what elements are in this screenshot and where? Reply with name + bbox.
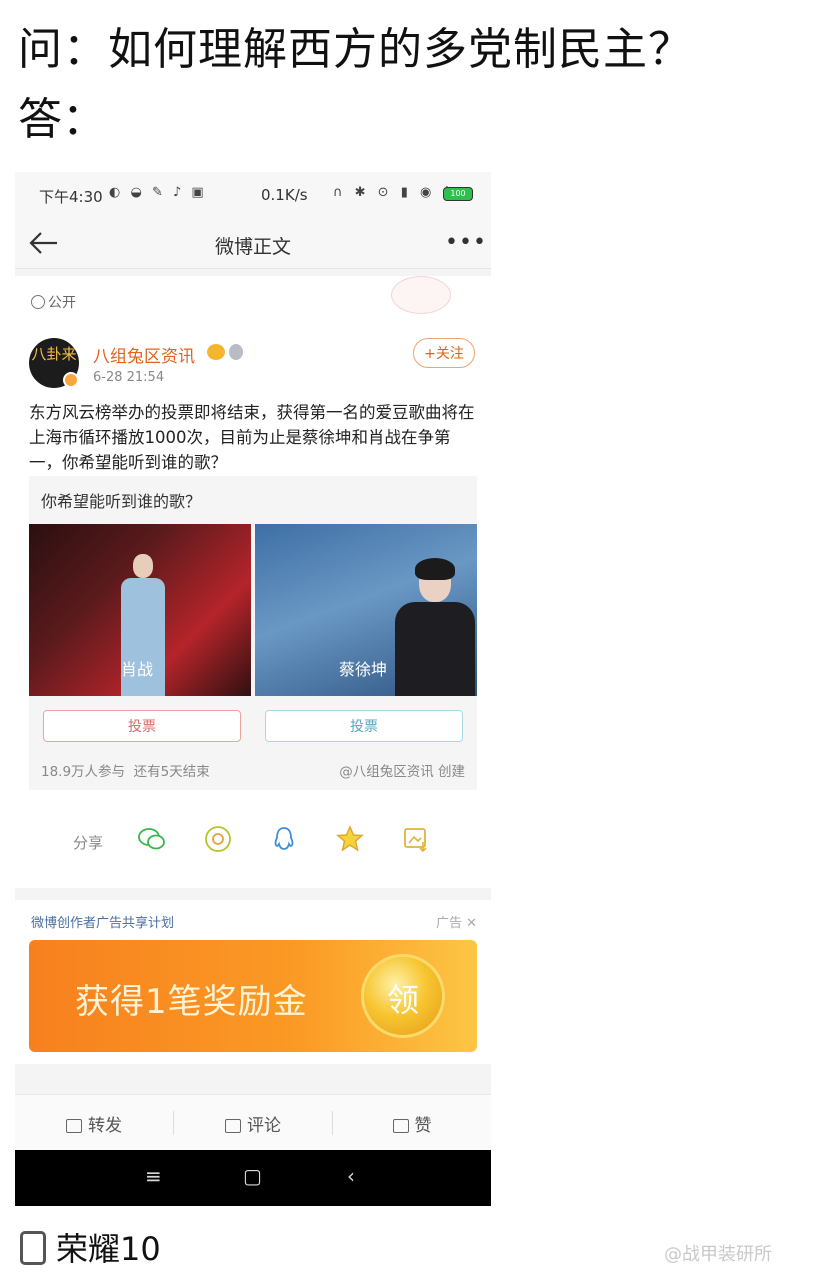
comment-label: 评论 [247, 1116, 281, 1136]
vote-button-2[interactable]: 投票 [265, 710, 463, 742]
poll-participants: 18.9万人参与 [41, 764, 126, 780]
back-icon[interactable]: ‹ [347, 1164, 355, 1188]
vip-badge-icon [207, 344, 225, 360]
like-label: 赞 [414, 1116, 432, 1136]
phone-icon [20, 1231, 46, 1265]
verified-badge-icon [63, 372, 79, 388]
poll-option-image-1[interactable]: 肖战 [29, 524, 251, 696]
repost-icon [66, 1119, 82, 1133]
vote-button-1[interactable]: 投票 [43, 710, 241, 742]
weibo-post-card: 公开 八卦来 八组兔区资讯 6-28 21:54 +关注 东方风云榜举办的投票即… [15, 276, 491, 888]
visibility-label: 公开 [31, 292, 76, 312]
device-label: 荣耀10 [20, 1224, 161, 1270]
more-options-icon[interactable]: ••• [445, 230, 487, 255]
qq-icon[interactable] [269, 824, 299, 854]
repost-button[interactable]: 转发 [15, 1111, 173, 1136]
author-name[interactable]: 八组兔区资讯 [93, 342, 195, 367]
ad-banner[interactable]: 获得1笔奖励金 领 [29, 940, 477, 1052]
device-name: 荣耀10 [56, 1230, 161, 1268]
save-image-icon[interactable] [401, 824, 431, 854]
ad-tag-label: 广告 [435, 916, 462, 931]
top-nav-bar: 微博正文 ••• [15, 218, 491, 269]
repost-label: 转发 [88, 1116, 122, 1136]
notification-icons: ◐ ◒ ✎ ♪ ▣ [109, 185, 207, 200]
ad-tag[interactable]: 广告 ✕ [436, 912, 477, 931]
globe-icon [31, 295, 45, 309]
post-text: 东方风云榜举办的投票即将结束，获得第一名的爱豆歌曲将在上海市循环播放1000次，… [29, 403, 475, 472]
poll-stats: 18.9万人参与 还有5天结束 [41, 760, 210, 780]
coin-label: 领 [386, 981, 419, 1019]
question-text: 问：如何理解西方的多党制民主？ [18, 24, 693, 75]
medal-icon [229, 344, 243, 360]
watermark: @战甲装研所 [664, 1244, 772, 1265]
post-time: 6-28 21:54 [93, 370, 165, 385]
poll-remaining: 还有5天结束 [133, 764, 210, 780]
comment-icon [225, 1119, 241, 1133]
moments-icon[interactable] [203, 824, 233, 854]
status-bar: 下午4:30 ◐ ◒ ✎ ♪ ▣ 0.1K/s ∩ ✱ ⊙ ▮ ◉ ϟ 100 [15, 172, 491, 218]
status-time: 下午4:30 [39, 188, 103, 206]
ad-banner-text: 获得1笔奖励金 [75, 982, 308, 1022]
menu-icon[interactable]: ≡ [145, 1164, 162, 1188]
poll-card: 你希望能听到谁的歌？ 肖战 蔡徐坤 投票 投票 18.9万人参与 还有5天结束 … [29, 476, 477, 790]
like-button[interactable]: 赞 [333, 1111, 491, 1136]
thumbs-up-icon [392, 1119, 409, 1133]
system-nav-bar: ≡ ▢ ‹ [15, 1150, 491, 1206]
qzone-icon[interactable] [335, 824, 365, 854]
wechat-icon[interactable] [137, 824, 167, 854]
visibility-text: 公开 [48, 295, 76, 311]
network-rate: 0.1K/s [261, 186, 308, 204]
phone-screenshot: 下午4:30 ◐ ◒ ✎ ♪ ▣ 0.1K/s ∩ ✱ ⊙ ▮ ◉ ϟ 100 … [15, 172, 491, 1206]
poll-option-label-2: 蔡徐坤 [339, 660, 388, 679]
home-icon[interactable]: ▢ [243, 1164, 262, 1188]
system-status-icons: ∩ ✱ ⊙ ▮ ◉ ϟ [333, 185, 457, 200]
answer-label: 答： [18, 94, 106, 145]
ad-program-title[interactable]: 微博创作者广告共享计划 [31, 912, 174, 931]
poll-creator[interactable]: @八组兔区资讯 创建 [339, 760, 465, 780]
page-title: 微博正文 [214, 236, 291, 258]
poll-question: 你希望能听到谁的歌？ [41, 492, 202, 511]
coin-icon: 领 [361, 954, 445, 1038]
comment-button[interactable]: 评论 [174, 1111, 332, 1136]
decorative-stamp [391, 276, 451, 314]
action-bar: 转发 评论 赞 [15, 1094, 491, 1151]
poll-option-label-1: 肖战 [121, 660, 154, 679]
close-icon[interactable]: ✕ [466, 916, 477, 931]
follow-button[interactable]: +关注 [413, 338, 475, 368]
battery-icon: 100 [443, 187, 473, 201]
share-label: 分享 [73, 834, 104, 852]
ad-section: 微博创作者广告共享计划 广告 ✕ 获得1笔奖励金 领 [15, 900, 491, 1064]
poll-option-image-2[interactable]: 蔡徐坤 [255, 524, 477, 696]
share-row: 分享 [15, 816, 491, 866]
